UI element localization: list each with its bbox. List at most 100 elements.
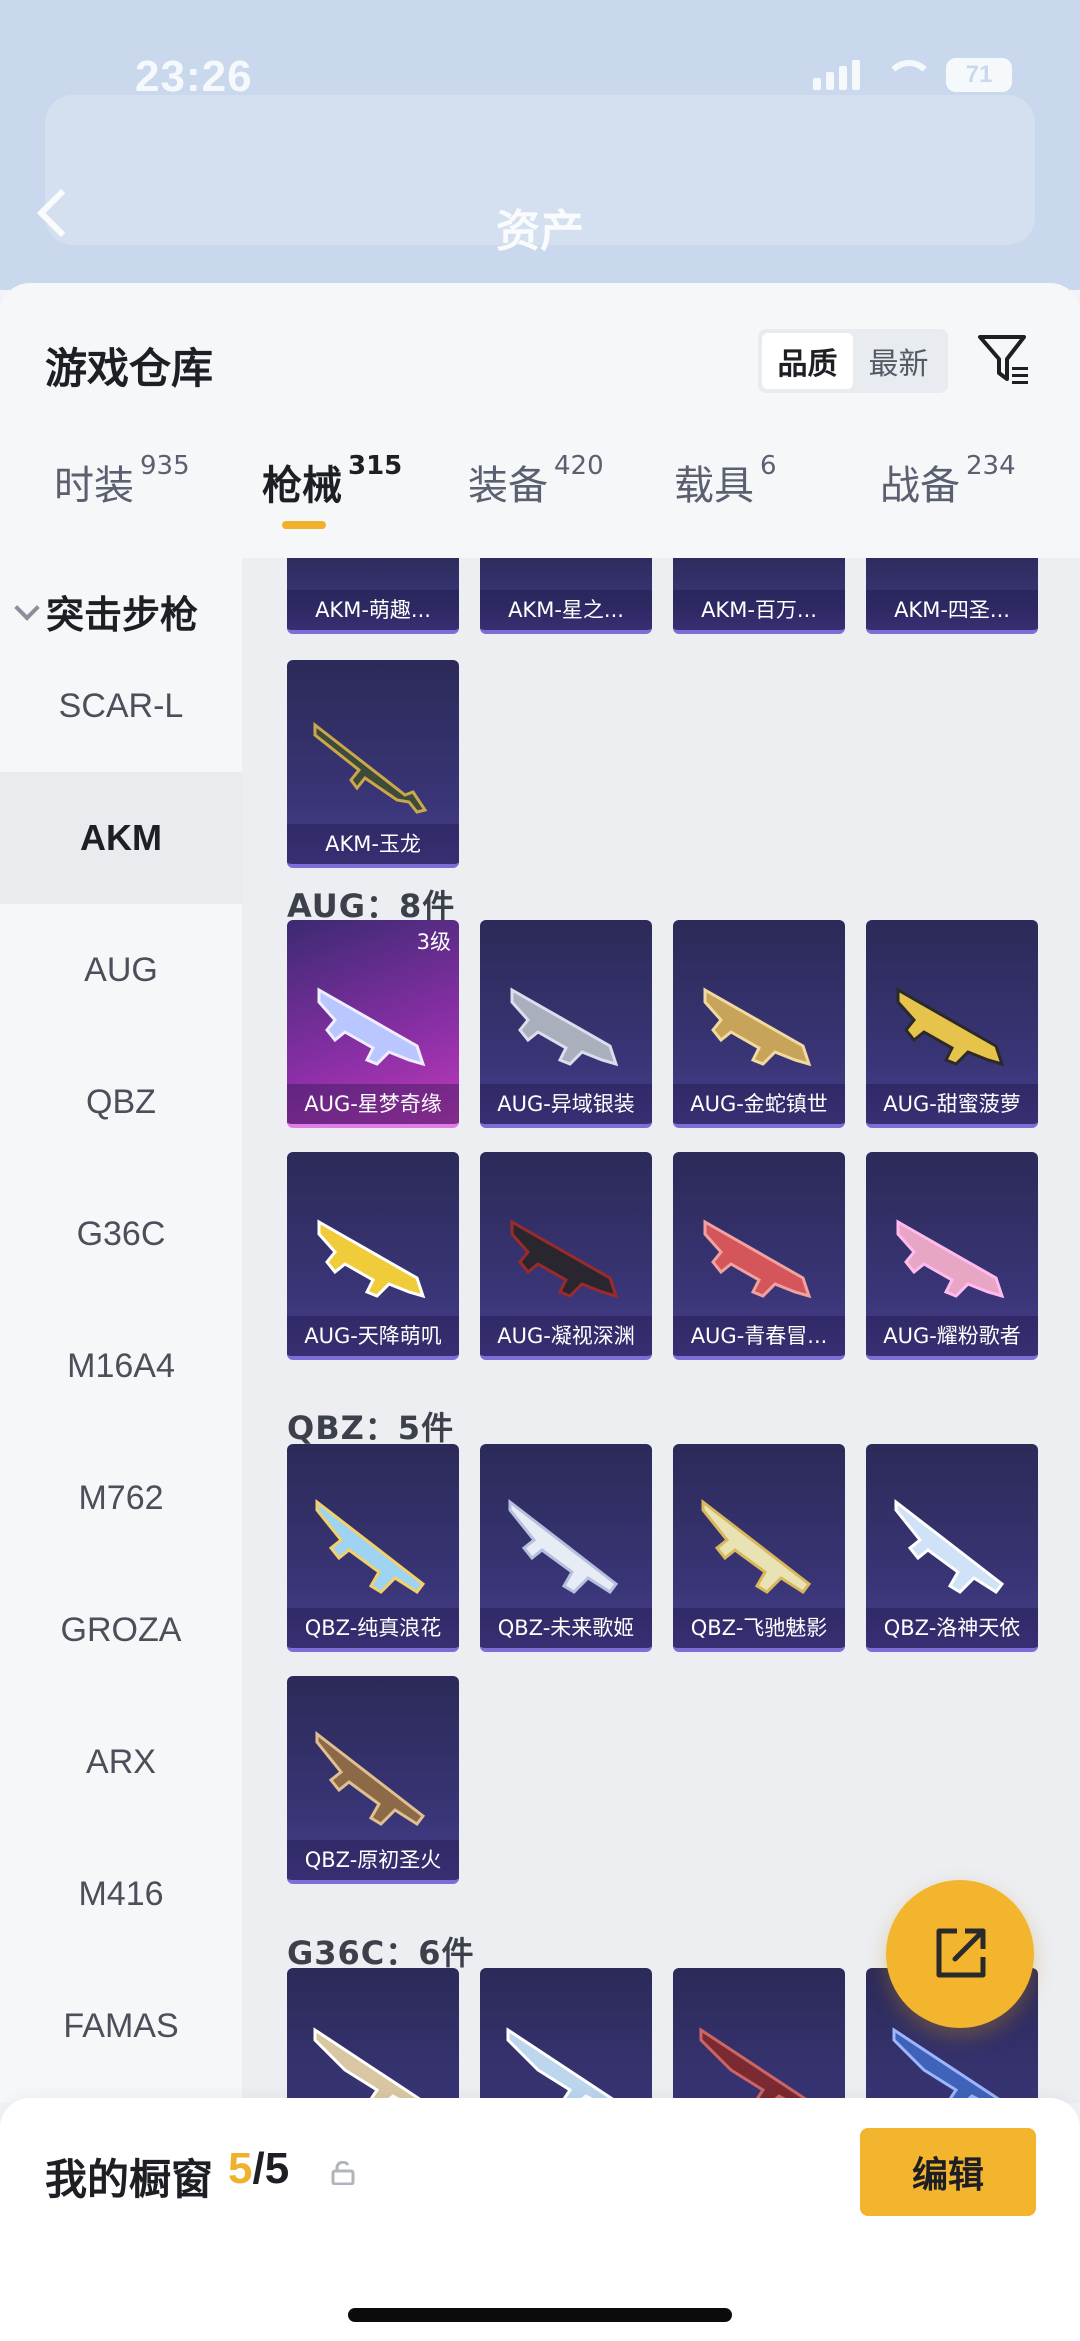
section-title-qbz: QBZ：5件 [287,1409,455,1447]
nav-item-m16a4[interactable]: M16A4 [0,1300,242,1432]
rifle-icon [317,987,426,1067]
skin-name: AKM-百万... [673,590,845,630]
skin-card[interactable]: AUG-异域银装 [480,920,652,1128]
rifle-icon [701,1498,812,1595]
showcase-count: 5/5 [228,2144,289,2194]
top-header: 23:26 71 资产 [0,0,1080,290]
skin-name: AUG-青春冒... [673,1316,845,1356]
sort-newest-button[interactable]: 最新 [853,333,944,389]
rifle-icon [315,1498,426,1595]
skin-card[interactable]: AUG-耀粉歌者 [866,1152,1038,1360]
nav-item-famas[interactable]: FAMAS [0,1960,242,2092]
skin-card[interactable]: QBZ-原初圣火 [287,1676,459,1884]
tab-count: 315 [348,451,403,481]
skin-name: AUG-天降萌叽 [287,1316,459,1356]
tier-badge: 3级 [416,930,451,954]
skin-card[interactable]: QBZ-飞驰魅影 [673,1444,845,1652]
rifle-icon [894,1498,1005,1595]
tab-count: 234 [966,451,1016,481]
active-tab-indicator [282,521,326,529]
battery-icon: 71 [946,58,1012,92]
nav-item-groza[interactable]: GROZA [0,1564,242,1696]
skin-name: QBZ-未来歌姬 [480,1608,652,1648]
showcase-current: 5 [228,2144,253,2193]
skin-card[interactable]: QBZ-未来歌姬 [480,1444,652,1652]
tab-fashion[interactable]: 时装 935 [54,451,190,511]
share-button[interactable] [886,1880,1034,2028]
nav-item-m762[interactable]: M762 [0,1432,242,1564]
skin-card[interactable]: AKM-百万... [673,558,845,634]
nav-item-qbz[interactable]: QBZ [0,1036,242,1168]
weapon-type-nav: 突击步枪 SCAR-L AKM AUG QBZ G36C M16A4 M762 … [0,558,242,2103]
home-indicator [348,2308,732,2322]
tab-count: 420 [554,451,604,481]
filter-icon[interactable] [976,331,1032,389]
skin-card[interactable] [673,1968,845,2103]
signal-icon [813,60,860,90]
nav-item-aug[interactable]: AUG [0,904,242,1036]
nav-item-scar-l[interactable]: SCAR-L [0,640,242,772]
rifle-icon [313,721,428,814]
skin-card[interactable]: AKM-萌趣... [287,558,459,634]
tab-count: 6 [760,451,777,481]
skin-card[interactable]: AKM-星之... [480,558,652,634]
category-tabs: 时装 935 枪械 315 装备 420 载具 6 战备 234 [0,433,1080,543]
skin-name: AUG-星梦奇缘 [287,1084,459,1124]
skin-card[interactable]: QBZ-洛神天依 [866,1444,1038,1652]
skin-name: AUG-异域银装 [480,1084,652,1124]
tab-weapons[interactable]: 枪械 315 [262,451,403,511]
nav-item-akm[interactable]: AKM [0,772,242,904]
chevron-down-icon [14,594,40,621]
skin-card[interactable] [287,1968,459,2103]
tab-label: 装备 [468,463,548,509]
rifle-icon [506,2027,617,2103]
nav-item-g36c[interactable]: G36C [0,1168,242,1300]
sheet-title: 游戏仓库 [45,344,214,393]
rifle-icon [510,987,619,1067]
tab-label: 时装 [54,463,134,509]
page-title: 资产 [496,206,584,257]
skin-card[interactable]: 3级 AUG-星梦奇缘 [287,920,459,1128]
rifle-icon [313,2027,424,2103]
skin-card[interactable]: AUG-天降萌叽 [287,1152,459,1360]
rifle-icon [508,1498,619,1595]
rifle-icon [315,1730,426,1827]
tab-supplies[interactable]: 战备 234 [880,451,1016,511]
skin-card[interactable]: AUG-凝视深渊 [480,1152,652,1360]
tab-label: 战备 [880,463,960,509]
rifle-icon [317,1219,426,1299]
skin-card[interactable]: AUG-青春冒... [673,1152,845,1360]
skin-card[interactable]: AKM-四圣... [866,558,1038,634]
skin-name: AKM-玉龙 [287,824,459,864]
skin-card[interactable]: AUG-金蛇镇世 [673,920,845,1128]
skin-name: QBZ-原初圣火 [287,1840,459,1880]
skin-card[interactable]: AKM-玉龙 [287,660,459,868]
skin-name: QBZ-洛神天依 [866,1608,1038,1648]
rifle-icon [896,1219,1005,1299]
share-icon [936,1928,986,1978]
tab-equipment[interactable]: 装备 420 [468,451,604,511]
skin-grid: AKM-萌趣... AKM-星之... AKM-百万... AKM-四圣... … [242,558,1080,2103]
rifle-icon [510,1219,619,1299]
tab-count: 935 [140,451,190,481]
tab-vehicles[interactable]: 载具 6 [674,451,777,511]
skin-name: AUG-金蛇镇世 [673,1084,845,1124]
skin-card[interactable] [480,1968,652,2103]
rifle-icon [703,1219,812,1299]
nav-item-m416[interactable]: M416 [0,1828,242,1960]
showcase-bar: 我的橱窗 5/5 编辑 [0,2098,1080,2341]
sort-quality-button[interactable]: 品质 [762,333,853,389]
warehouse-sheet: 游戏仓库 品质 最新 时装 935 枪械 315 装备 420 载具 6 战备 234 突… [0,283,1080,2103]
nav-item-arx[interactable]: ARX [0,1696,242,1828]
skin-card[interactable]: QBZ-纯真浪花 [287,1444,459,1652]
status-icons: 71 [813,58,1012,92]
nav-group-label: 突击步枪 [46,593,199,637]
wifi-icon [882,60,934,90]
sort-toggle: 品质 最新 [758,329,948,393]
app-screen: 23:26 71 资产 游戏仓库 品质 最新 时装 935 枪械 315 装备 420… [0,0,1080,2341]
showcase-total: /5 [252,2144,290,2193]
nav-group-assault-rifles[interactable]: 突击步枪 [14,584,199,639]
edit-button[interactable]: 编辑 [860,2128,1036,2216]
rifle-icon [703,987,812,1067]
skin-card[interactable]: AUG-甜蜜菠萝 [866,920,1038,1128]
